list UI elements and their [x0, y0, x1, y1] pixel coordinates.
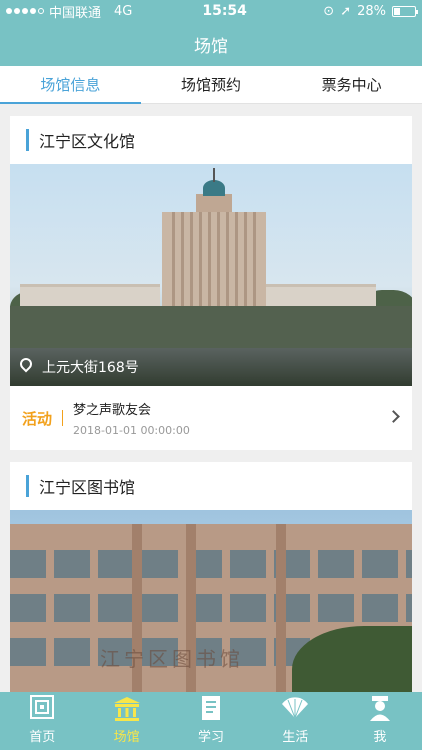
page-title: 场馆 [194, 36, 228, 57]
tabbar-profile[interactable]: 我 [338, 692, 422, 750]
tabbar-label: 学习 [198, 730, 225, 745]
battery-icon [392, 5, 418, 17]
venue-name: 江宁区文化馆 [39, 132, 136, 151]
activity-name: 梦之声歌友会 [73, 403, 152, 418]
venue-photo[interactable]: 上元大街168号 [10, 164, 412, 386]
tabbar-venue[interactable]: 场馆 [84, 692, 168, 750]
venue-card[interactable]: 江宁区文化馆 上元大街168号 活动 梦之声歌友会 2018-01-01 00:… [10, 116, 412, 450]
rotation-lock-icon: ⊙ [323, 3, 335, 19]
home-icon [30, 695, 55, 719]
building-sign: 江宁区图书馆 [100, 647, 244, 671]
title-accent-bar [26, 129, 29, 151]
tabbar-label: 我 [373, 730, 387, 745]
venue-card[interactable]: 江宁区图书馆 江宁区图书馆 [10, 462, 412, 692]
tabbar-label: 生活 [282, 730, 309, 745]
venue-address: 上元大街168号 [42, 360, 139, 376]
study-icon [202, 696, 221, 720]
activity-divider [62, 410, 64, 426]
tabbar-label: 场馆 [113, 730, 140, 745]
location-pin-icon [17, 355, 35, 373]
activity-datetime: 2018-01-01 00:00:00 [73, 424, 190, 437]
tabbar-home[interactable]: 首页 [0, 692, 84, 750]
chevron-right-icon[interactable] [387, 410, 400, 423]
venue-list[interactable]: 江宁区文化馆 上元大街168号 活动 梦之声歌友会 2018-01-01 00:… [0, 104, 422, 692]
status-bar: 中国联通 4G 15:54 ⊙ ➚ 28% [0, 0, 422, 22]
battery-percent: 28% [357, 3, 386, 19]
tabbar-life[interactable]: 生活 [253, 692, 337, 750]
status-time: 15:54 [202, 3, 247, 19]
tab-ticket-center[interactable]: 票务中心 [281, 66, 422, 103]
top-bar: 中国联通 4G 15:54 ⊙ ➚ 28% 场馆 [0, 0, 422, 66]
title-accent-bar [26, 475, 29, 497]
activity-tag: 活动 [22, 409, 53, 428]
carrier-label: 中国联通 [49, 5, 102, 21]
life-fan-icon [282, 697, 309, 719]
bottom-tab-bar: 首页 场馆 学习 生活 我 [0, 692, 422, 750]
venue-address-overlay: 上元大街168号 [10, 348, 412, 386]
tab-venue-booking[interactable]: 场馆预约 [141, 66, 282, 103]
profile-icon [369, 696, 390, 721]
segment-tabs: 场馆信息 场馆预约 票务中心 [0, 66, 422, 104]
tab-venue-info[interactable]: 场馆信息 [0, 66, 141, 104]
venue-name: 江宁区图书馆 [39, 478, 136, 497]
signal-icon [6, 8, 44, 14]
venue-card-header: 江宁区文化馆 [10, 116, 412, 164]
activity-row[interactable]: 活动 梦之声歌友会 2018-01-01 00:00:00 [10, 386, 412, 450]
tabbar-label: 首页 [29, 730, 56, 745]
venue-card-header: 江宁区图书馆 [10, 462, 412, 510]
venue-icon [113, 697, 140, 721]
location-arrow-icon: ➚ [340, 3, 352, 19]
network-label: 4G [114, 3, 133, 19]
venue-photo[interactable]: 江宁区图书馆 [10, 510, 412, 692]
tabbar-study[interactable]: 学习 [169, 692, 253, 750]
